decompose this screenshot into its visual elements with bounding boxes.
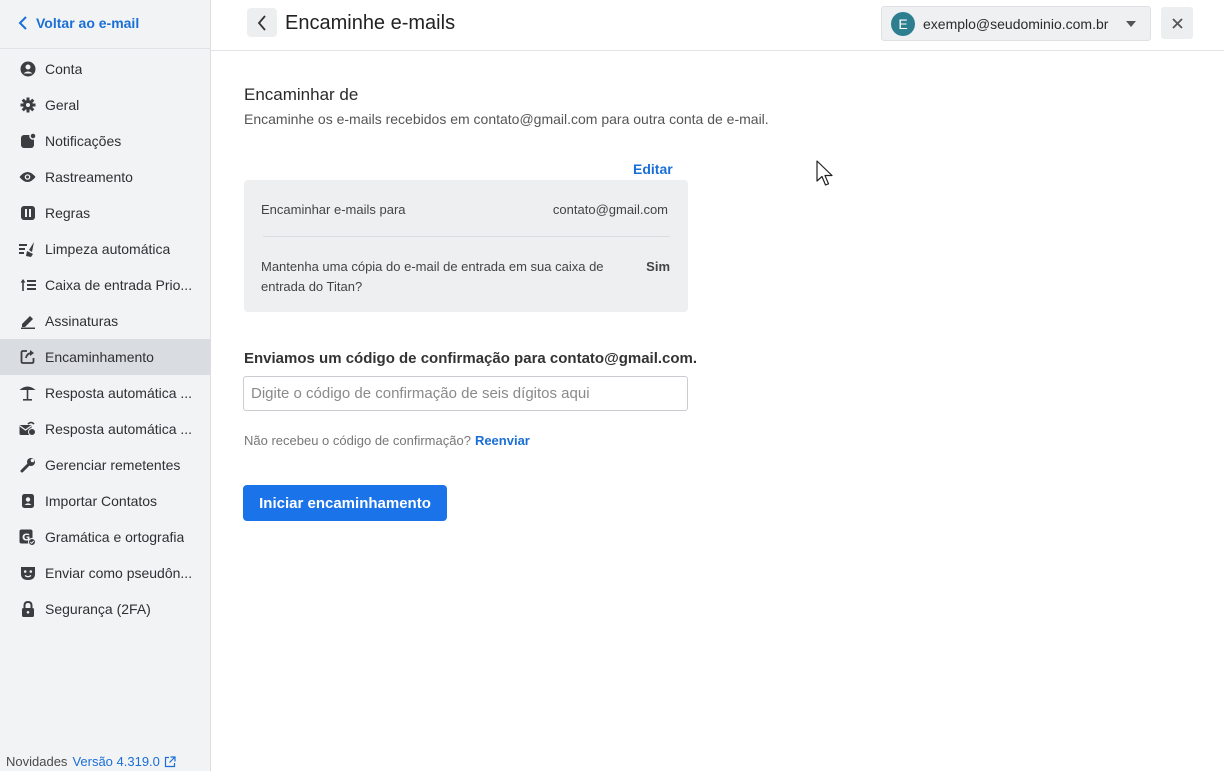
caret-down-icon	[1126, 21, 1136, 27]
chevron-left-icon	[257, 14, 266, 31]
sidebar-item-label: Resposta automática ...	[45, 385, 193, 401]
contacts-icon	[19, 493, 36, 510]
forward-to-label: Encaminhar e-mails para	[261, 202, 406, 217]
forward-icon	[19, 349, 36, 366]
page-header: Encaminhe e-mails E exemplo@seudominio.c…	[211, 0, 1224, 51]
sidebar-item-label: Gerenciar remetentes	[45, 457, 181, 473]
close-icon	[1171, 17, 1183, 29]
card-divider	[263, 236, 670, 237]
news-label: Novidades	[6, 754, 68, 769]
keep-copy-value: Sim	[646, 259, 670, 274]
keep-copy-label: Mantenha uma cópia do e-mail de entrada …	[261, 259, 604, 294]
beach-umbrella-icon	[19, 385, 36, 402]
resend-line: Não recebeu o código de confirmação? Reen…	[244, 433, 530, 448]
sidebar-item-resposta-automatica[interactable]: Resposta automática ...	[0, 411, 210, 447]
confirmation-title: Enviamos um código de confirmação para c…	[244, 350, 698, 367]
auto-reply-icon	[19, 421, 36, 438]
sidebar-item-geral[interactable]: Geral	[0, 87, 210, 123]
settings-sidebar: Voltar ao e-mail Conta Geral Notificaçõe…	[0, 0, 211, 771]
section-description: Encaminhe os e-mails recebidos em contat…	[244, 111, 769, 127]
sidebar-item-label: Limpeza automática	[45, 241, 171, 257]
sidebar-item-label: Encaminhamento	[45, 349, 154, 365]
sidebar-item-importar-contatos[interactable]: Importar Contatos	[0, 483, 210, 519]
edit-link[interactable]: Editar	[633, 161, 673, 177]
section-title: Encaminhar de	[244, 85, 359, 104]
sidebar-item-resposta-ferias[interactable]: Resposta automática ...	[0, 375, 210, 411]
start-forwarding-button[interactable]: Iniciar encaminhamento	[243, 485, 447, 521]
resend-link[interactable]: Reenviar	[475, 433, 530, 448]
confirmation-code-input[interactable]	[243, 376, 688, 411]
sidebar-item-label: Gramática e ortografia	[45, 529, 185, 545]
chevron-left-icon	[18, 16, 27, 30]
sidebar-item-gramatica[interactable]: G Gramática e ortografia	[0, 519, 210, 555]
sidebar-item-conta[interactable]: Conta	[0, 51, 210, 87]
sidebar-item-caixa-prioritaria[interactable]: Caixa de entrada Prio...	[0, 267, 210, 303]
sidebar-item-pseudonimo[interactable]: Enviar como pseudôn...	[0, 555, 210, 591]
version-link[interactable]: Versão 4.319.0	[72, 754, 159, 769]
sidebar-footer: Novidades Versão 4.319.0	[6, 754, 176, 769]
account-switcher[interactable]: E exemplo@seudominio.com.br	[881, 6, 1151, 41]
forwarding-summary-card: Encaminhar e-mails para contato@gmail.co…	[244, 180, 688, 312]
external-link-icon	[164, 755, 176, 767]
sidebar-item-label: Importar Contatos	[45, 493, 158, 509]
settings-nav: Conta Geral Notificações Rastreamento Re…	[0, 51, 210, 627]
sidebar-item-limpeza[interactable]: Limpeza automática	[0, 231, 210, 267]
gear-icon	[19, 97, 36, 114]
pen-icon	[19, 313, 36, 330]
page-title: Encaminhe e-mails	[285, 12, 456, 34]
account-icon	[19, 61, 36, 78]
sidebar-item-label: Resposta automática ...	[45, 421, 193, 437]
sidebar-item-label: Geral	[45, 97, 80, 113]
sidebar-divider	[0, 48, 211, 49]
close-button[interactable]	[1161, 7, 1193, 39]
forward-to-value: contato@gmail.com	[552, 202, 668, 217]
sidebar-item-label: Conta	[45, 61, 83, 77]
account-email: exemplo@seudominio.com.br	[923, 15, 1109, 32]
notification-icon	[19, 133, 36, 150]
sidebar-item-label: Regras	[45, 205, 91, 221]
sidebar-item-label: Segurança (2FA)	[45, 601, 151, 617]
eye-icon	[19, 169, 36, 186]
sidebar-item-notificacoes[interactable]: Notificações	[0, 123, 210, 159]
sidebar-item-rastreamento[interactable]: Rastreamento	[0, 159, 210, 195]
sidebar-item-seguranca[interactable]: Segurança (2FA)	[0, 591, 210, 627]
sidebar-item-regras[interactable]: Regras	[0, 195, 210, 231]
sidebar-item-label: Notificações	[45, 133, 122, 149]
mouse-cursor-icon	[816, 160, 833, 186]
sidebar-item-label: Caixa de entrada Prio...	[45, 277, 193, 293]
back-to-email-link[interactable]: Voltar ao e-mail	[18, 13, 139, 33]
grammar-icon: G	[19, 529, 36, 546]
header-back-button[interactable]	[247, 8, 277, 37]
avatar: E	[891, 11, 915, 36]
mask-icon	[19, 565, 36, 582]
sidebar-item-encaminhamento[interactable]: Encaminhamento	[0, 339, 210, 375]
sidebar-item-label: Rastreamento	[45, 169, 133, 185]
sidebar-item-label: Assinaturas	[45, 313, 119, 329]
lock-icon	[19, 601, 36, 618]
broom-icon	[19, 241, 36, 258]
sidebar-item-label: Enviar como pseudôn...	[45, 565, 193, 581]
back-to-email-label: Voltar ao e-mail	[36, 15, 140, 31]
rules-icon	[19, 205, 36, 222]
sidebar-item-assinaturas[interactable]: Assinaturas	[0, 303, 210, 339]
resend-prompt: Não recebeu o código de confirmação?	[244, 433, 471, 448]
sidebar-item-gerenciar-remetentes[interactable]: Gerenciar remetentes	[0, 447, 210, 483]
priority-inbox-icon	[19, 277, 36, 294]
wrench-icon	[19, 457, 36, 474]
